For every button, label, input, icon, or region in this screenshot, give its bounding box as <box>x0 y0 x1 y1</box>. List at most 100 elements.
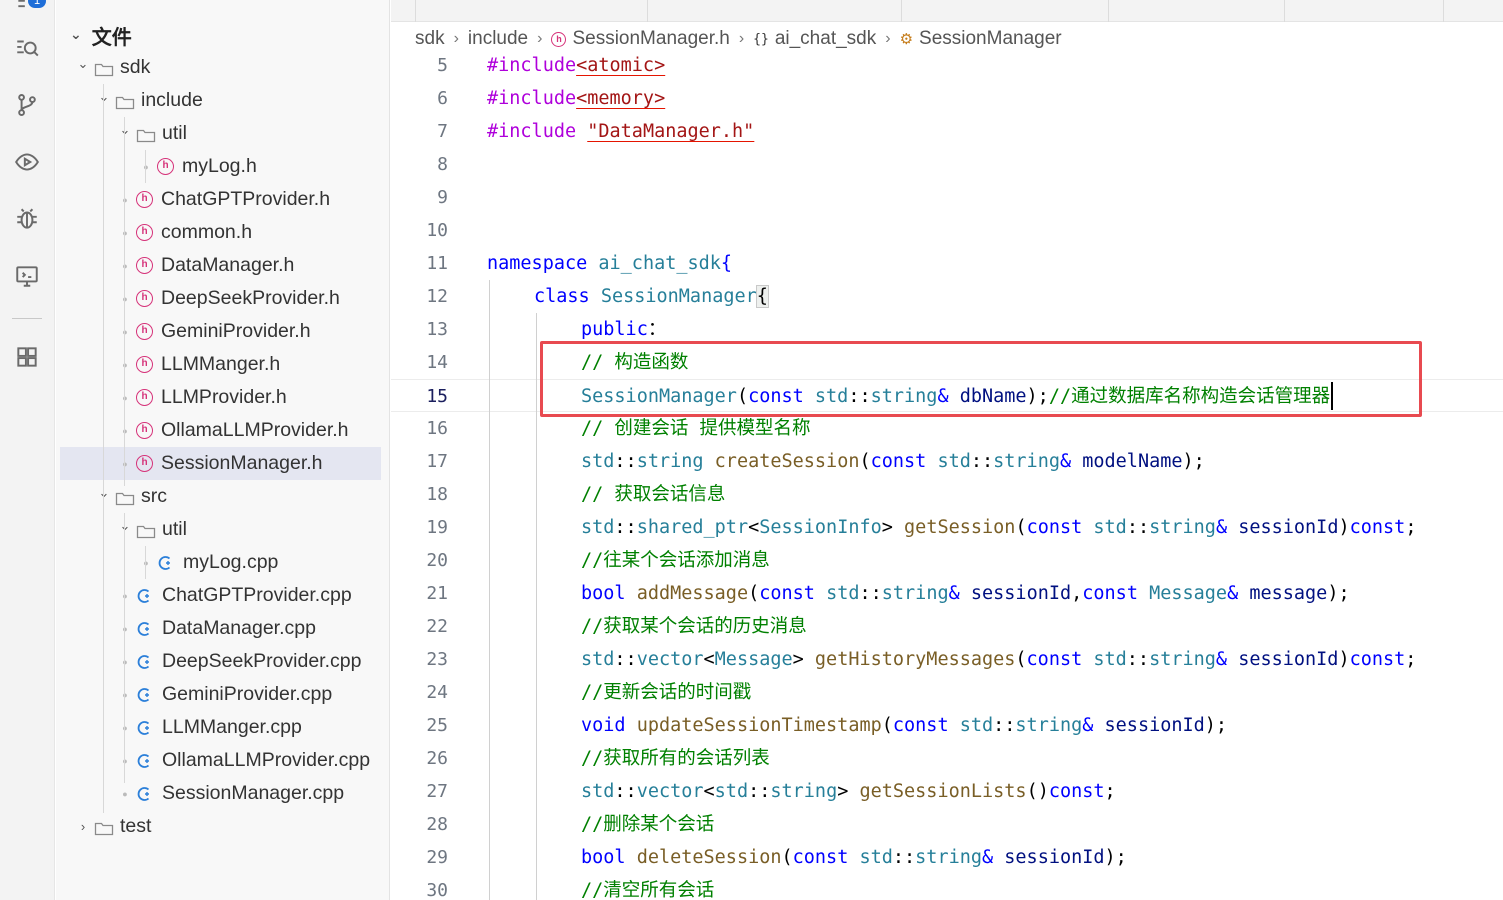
tree-item-llmprovider-h[interactable]: ● h LLMProvider.h <box>60 381 381 414</box>
code-line[interactable]: 10 <box>391 214 1503 247</box>
code-line[interactable]: 21 bool addMessage(const std::string& ses… <box>391 577 1503 610</box>
folder-icon <box>115 93 135 109</box>
code-token: getSessionLists <box>859 781 1027 802</box>
code-token: string <box>1149 649 1216 670</box>
code-line[interactable]: 12 class SessionManager{ <box>391 280 1503 313</box>
chevron-right-icon: › <box>885 30 891 47</box>
tree-item-ollamallmprovider-cpp[interactable]: ● OllamaLLMProvider.cpp <box>60 744 381 777</box>
code-editor[interactable]: sdk › include › h SessionManager.h › {} … <box>391 0 1503 900</box>
code-line[interactable]: 6 #include<memory> <box>391 82 1503 115</box>
tree-item-sessionmanager-cpp[interactable]: ● SessionManager.cpp <box>60 777 381 810</box>
tree-item-mylog-cpp[interactable]: ● myLog.cpp <box>60 546 381 579</box>
code-token: ); <box>1104 847 1127 868</box>
tree-item-mylog-h[interactable]: ● h myLog.h <box>60 150 381 183</box>
code-token: < <box>703 781 715 802</box>
tree-item-include[interactable]: ⌄ include <box>60 84 381 117</box>
code-text: std::vector<std::string> getSessionLists… <box>581 775 1116 808</box>
code-token: :: <box>859 583 882 604</box>
tree-item-ollamallmprovider-h[interactable]: ● h OllamaLLMProvider.h <box>60 414 381 447</box>
notification-badge: 1 <box>28 0 46 8</box>
code-line[interactable]: 8 <box>391 148 1503 181</box>
tree-dot: ● <box>122 425 128 436</box>
code-line[interactable]: 19 std::shared_ptr<SessionInfo> getSessio… <box>391 511 1503 544</box>
code-token: :: <box>970 451 994 472</box>
file-explorer: ⌄ 文件 ⌄ sdk ⌄ include ⌄ util ● h myLog.h ● h ChatGPT… <box>56 0 390 900</box>
code-line[interactable]: 29 bool deleteSession(const std::string& … <box>391 841 1503 874</box>
code-line[interactable]: 20 //往某个会话添加消息 <box>391 544 1503 577</box>
chevron-down-icon[interactable]: ⌄ <box>97 89 111 105</box>
tree-item-geminiprovider-cpp[interactable]: ● GeminiProvider.cpp <box>60 678 381 711</box>
run-icon[interactable] <box>13 148 41 176</box>
chevron-down-icon[interactable]: ⌄ <box>76 56 90 72</box>
line-number: 21 <box>426 583 448 604</box>
tree-item-geminiprovider-h[interactable]: ● h GeminiProvider.h <box>60 315 381 348</box>
tree-item-sessionmanager-h[interactable]: ● h SessionManager.h <box>60 447 381 480</box>
search-icon[interactable] <box>13 34 41 62</box>
code-line[interactable]: 27 std::vector<std::string> getSessionLis… <box>391 775 1503 808</box>
tree-item-common-h[interactable]: ● h common.h <box>60 216 381 249</box>
code-line[interactable]: 11 namespace ai_chat_sdk{ <box>391 247 1503 280</box>
code-token: std <box>1093 649 1127 670</box>
code-line[interactable]: 18 // 获取会话信息 <box>391 478 1503 511</box>
breadcrumb-item-file[interactable]: SessionManager.h <box>572 28 729 50</box>
tree-item-llmmanger-cpp[interactable]: ● LLMManger.cpp <box>60 711 381 744</box>
tree-dot: ● <box>122 293 128 304</box>
folder-icon <box>136 126 156 142</box>
tree-dot: ● <box>122 194 128 205</box>
breadcrumb-item-sdk[interactable]: sdk <box>415 28 445 50</box>
code-text: #include<atomic> <box>487 49 665 82</box>
code-token: > <box>837 781 860 802</box>
header-file-icon: h <box>136 191 153 208</box>
code-token: std <box>581 649 615 670</box>
source-control-icon[interactable] <box>13 91 41 119</box>
code-line[interactable]: 9 <box>391 181 1503 214</box>
tree-item-deepseekprovider-cpp[interactable]: ● DeepSeekProvider.cpp <box>60 645 381 678</box>
tree-item-util[interactable]: ⌄ util <box>60 513 381 546</box>
line-number: 17 <box>426 451 448 472</box>
tree-item-chatgptprovider-cpp[interactable]: ● ChatGPTProvider.cpp <box>60 579 381 612</box>
debug-icon[interactable] <box>13 205 41 233</box>
code-indent-guide <box>489 280 490 900</box>
line-number: 12 <box>426 286 448 307</box>
cpp-file-icon <box>136 653 154 671</box>
code-token: sessionId <box>1238 649 1339 670</box>
code-line[interactable]: 26 //获取所有的会话列表 <box>391 742 1503 775</box>
code-line[interactable]: 23 std::vector<Message> getHistoryMessage… <box>391 643 1503 676</box>
tree-item-src[interactable]: ⌄ src <box>60 480 381 513</box>
code-token: std <box>1093 517 1127 538</box>
code-line[interactable]: 30 //清空所有会话 <box>391 874 1503 900</box>
tree-item-chatgptprovider-h[interactable]: ● h ChatGPTProvider.h <box>60 183 381 216</box>
tree-item-datamanager-h[interactable]: ● h DataManager.h <box>60 249 381 282</box>
code-token: namespace <box>487 253 599 274</box>
code-token: void <box>581 715 637 736</box>
code-token: < <box>703 649 715 670</box>
code-line[interactable]: 25 void updateSessionTimestamp(const std:… <box>391 709 1503 742</box>
code-line[interactable]: 24 //更新会话的时间戳 <box>391 676 1503 709</box>
breadcrumb-item-class[interactable]: SessionManager <box>919 28 1062 50</box>
chevron-right-icon[interactable]: › <box>76 819 90 834</box>
chevron-down-icon[interactable]: ⌄ <box>118 518 132 534</box>
breadcrumb-item-namespace[interactable]: ai_chat_sdk <box>775 28 876 50</box>
code-line[interactable]: 17 std::string createSession(const std::s… <box>391 445 1503 478</box>
code-line[interactable]: 7 #include "DataManager.h" <box>391 115 1503 148</box>
line-number: 22 <box>426 616 448 637</box>
chevron-down-icon[interactable]: ⌄ <box>97 485 111 501</box>
remote-icon[interactable] <box>13 262 41 290</box>
code-line[interactable]: 22 //获取某个会话的历史消息 <box>391 610 1503 643</box>
tree-item-sdk[interactable]: ⌄ sdk <box>60 51 381 84</box>
tree-item-util[interactable]: ⌄ util <box>60 117 381 150</box>
extensions-icon[interactable] <box>13 343 41 371</box>
code-line[interactable]: 28 //删除某个会话 <box>391 808 1503 841</box>
chevron-down-icon[interactable]: ⌄ <box>118 122 132 138</box>
tree-item-llmmanger-h[interactable]: ● h LLMManger.h <box>60 348 381 381</box>
breadcrumb-item-include[interactable]: include <box>468 28 528 50</box>
code-text: class SessionManager{ <box>534 280 769 313</box>
tree-item-test[interactable]: › test <box>60 810 381 843</box>
explorer-header[interactable]: ⌄ 文件 <box>70 22 132 49</box>
code-token: //往某个会话添加消息 <box>581 550 770 571</box>
code-line[interactable]: 5 #include<atomic> <box>391 49 1503 82</box>
code-token: ); <box>1327 583 1350 604</box>
tree-item-deepseekprovider-h[interactable]: ● h DeepSeekProvider.h <box>60 282 381 315</box>
tree-item-datamanager-cpp[interactable]: ● DataManager.cpp <box>60 612 381 645</box>
tree-dot: ● <box>122 227 128 238</box>
